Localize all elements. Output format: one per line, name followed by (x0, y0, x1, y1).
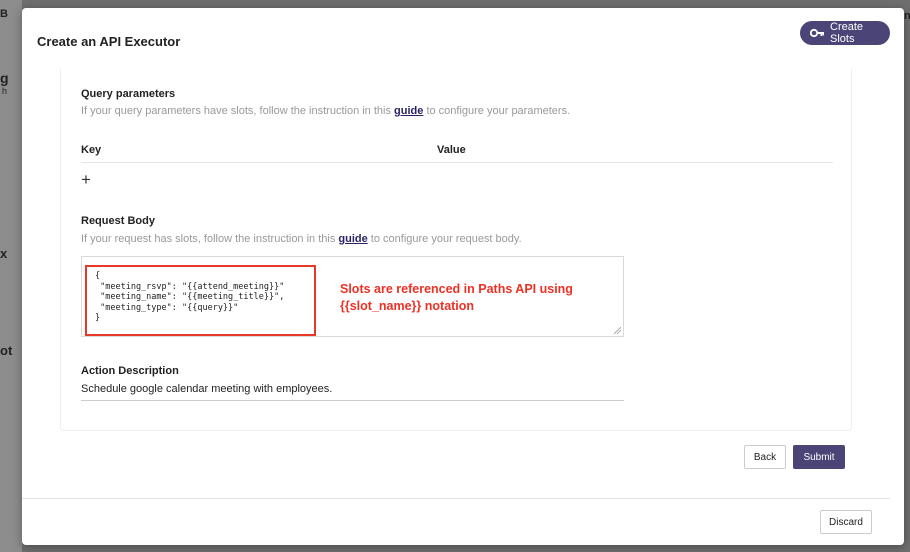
key-column-header: Key (81, 144, 102, 156)
key-icon (809, 28, 824, 38)
help-text: If your request has slots, follow the in… (81, 233, 339, 245)
value-column-header: Value (437, 144, 466, 156)
background-text-fragment: x (0, 246, 8, 261)
api-config-card: Query parameters If your query parameter… (60, 68, 852, 431)
background-text-fragment: g (0, 70, 9, 86)
action-description-input[interactable]: Schedule google calendar meeting with em… (81, 383, 624, 401)
slot-highlight-box: { "meeting_rsvp": "{{attend_meeting}}" "… (85, 265, 316, 336)
help-text: If your query parameters have slots, fol… (81, 105, 395, 117)
background-text-fragment: n (904, 10, 910, 22)
modal-title: Create an API Executor (37, 34, 181, 49)
request-body-textarea[interactable]: { "meeting_rsvp": "{{attend_meeting}}" "… (81, 256, 624, 337)
background-text-fragment: B (0, 8, 8, 20)
background-text-fragment: ot (0, 343, 13, 358)
create-slots-button[interactable]: Create Slots (800, 21, 890, 45)
divider (81, 162, 833, 163)
create-slots-label: Create Slots (830, 21, 864, 45)
help-text: to configure your parameters. (423, 105, 571, 117)
discard-button[interactable]: Discard (820, 510, 872, 534)
request-body-code: { "meeting_rsvp": "{{attend_meeting}}" "… (95, 271, 285, 323)
footer-divider (22, 498, 890, 499)
request-body-title: Request Body (81, 215, 155, 227)
submit-button[interactable]: Submit (793, 445, 845, 469)
query-parameters-title: Query parameters (81, 88, 176, 100)
request-body-guide-link[interactable]: guide (338, 233, 367, 245)
help-text: to configure your request body. (367, 233, 522, 245)
api-executor-modal: Create an API Executor Create Slots Quer… (22, 8, 904, 545)
query-parameters-help: If your query parameters have slots, fol… (81, 105, 570, 117)
query-parameters-guide-link[interactable]: guide (394, 105, 423, 117)
back-button[interactable]: Back (744, 445, 786, 469)
request-body-help: If your request has slots, follow the in… (81, 233, 522, 245)
slot-annotation: Slots are referenced in Paths API using … (340, 282, 573, 313)
resize-handle-icon[interactable] (614, 327, 621, 334)
action-description-title: Action Description (81, 365, 179, 377)
background-text-fragment: h (2, 86, 8, 96)
add-parameter-button[interactable]: + (79, 171, 93, 188)
